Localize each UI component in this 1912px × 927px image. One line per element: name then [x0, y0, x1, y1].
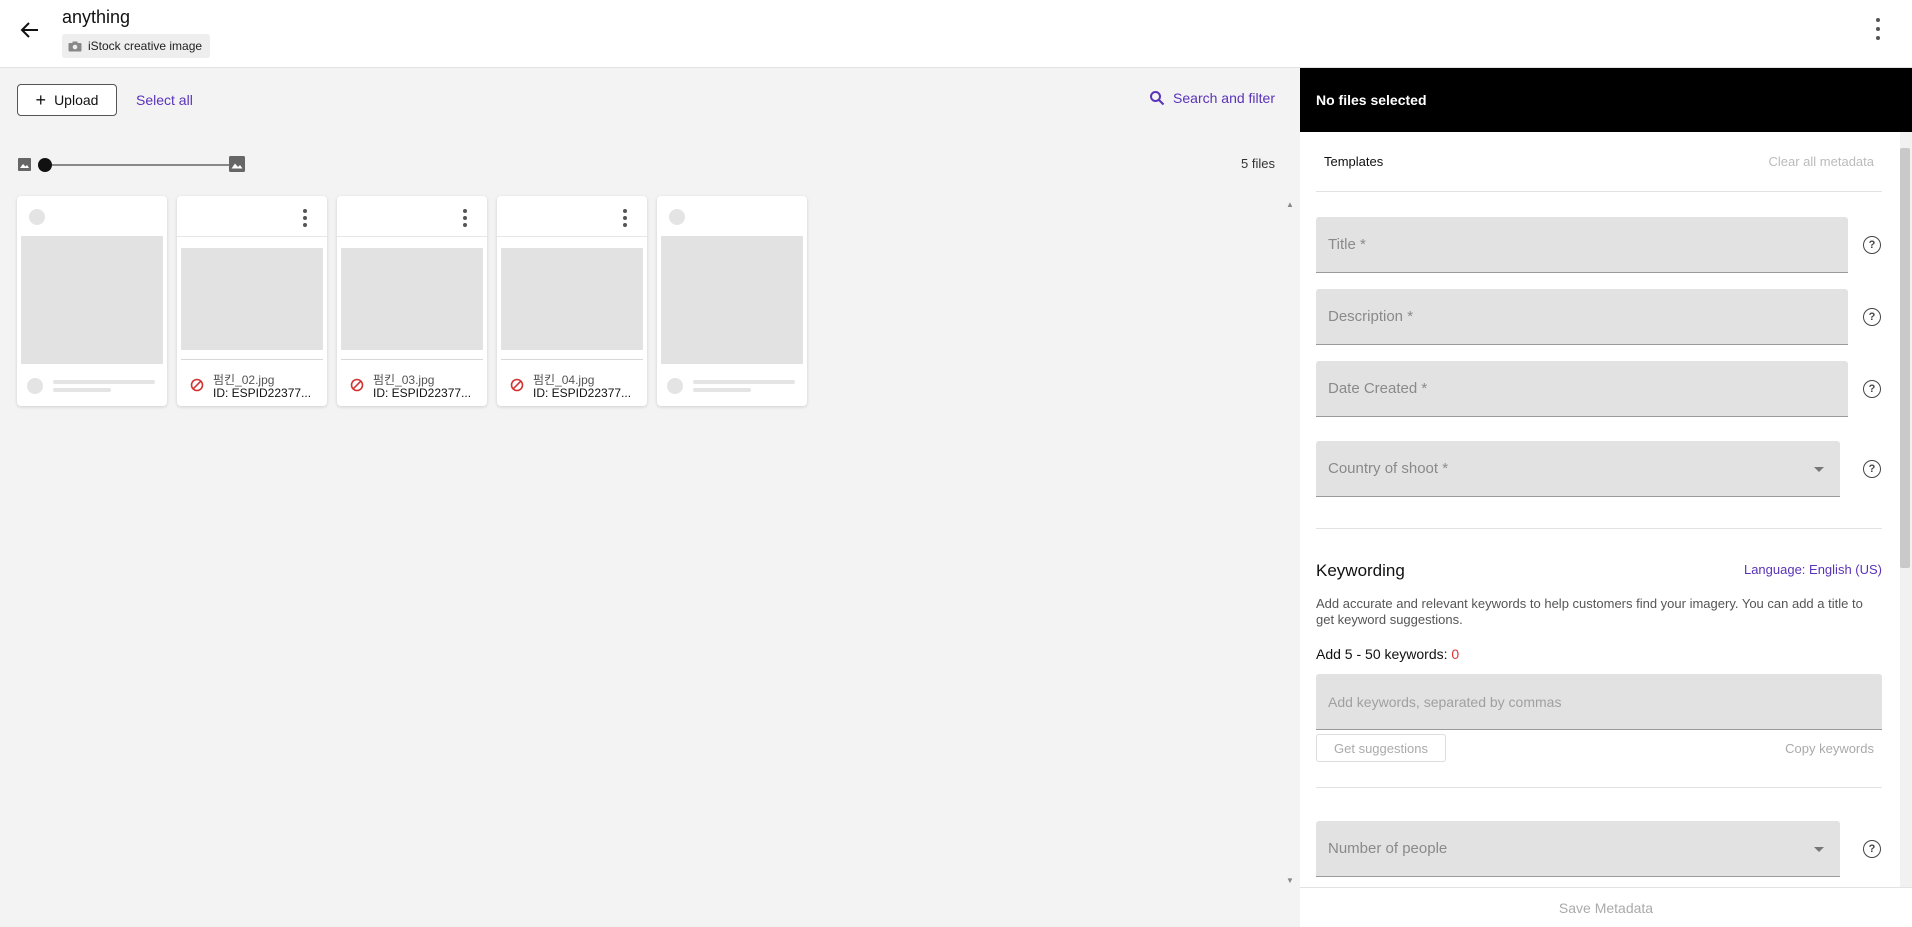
file-card[interactable] [17, 196, 167, 406]
more-vertical-icon [1876, 18, 1880, 22]
keywording-title: Keywording [1316, 561, 1405, 580]
image-large-icon [229, 156, 245, 172]
search-icon [1150, 91, 1165, 106]
title-help-icon[interactable]: ? [1863, 236, 1881, 254]
file-menu-button[interactable] [301, 209, 309, 227]
file-card[interactable]: 펌킨_04.jpg ID: ESPID22377... [497, 196, 647, 406]
file-card[interactable]: 펌킨_02.jpg ID: ESPID22377... [177, 196, 327, 406]
camera-icon [68, 41, 82, 51]
file-card[interactable] [657, 196, 807, 406]
upload-button[interactable]: + Upload [17, 84, 117, 116]
thumbnail-placeholder [21, 236, 163, 364]
thumbnail-placeholder [661, 236, 803, 364]
country-help-icon[interactable]: ? [1863, 460, 1881, 478]
ban-icon [190, 378, 204, 392]
keywording-description: Add accurate and relevant keywords to he… [1316, 596, 1863, 627]
plus-icon: + [35, 90, 47, 110]
keywords-input[interactable]: Add keywords, separated by commas [1316, 674, 1882, 730]
metadata-panel: No files selected Templates Clear all me… [1300, 68, 1912, 927]
skeleton-line [693, 380, 795, 384]
keyword-count-value: 0 [1451, 646, 1460, 662]
skeleton-dot [27, 378, 43, 394]
country-placeholder: Country of shoot * [1328, 460, 1449, 477]
keyword-count-label: Add 5 - 50 keywords: [1316, 646, 1452, 662]
skeleton-line [693, 388, 751, 392]
thumbnail-placeholder [341, 248, 483, 350]
language-selector[interactable]: Language: English (US) [1744, 562, 1882, 577]
file-grid: 펌킨_02.jpg ID: ESPID22377... 펌킨_03.jpg ID… [17, 196, 807, 406]
page-title: anything [62, 7, 131, 27]
selection-status: No files selected [1300, 68, 1912, 132]
scroll-down-arrow[interactable]: ▼ [1286, 876, 1294, 885]
skeleton-line [53, 388, 111, 392]
date-created-placeholder: Date Created * [1328, 380, 1428, 397]
search-and-filter-label: Search and filter [1173, 90, 1275, 106]
description-help-icon[interactable]: ? [1863, 308, 1881, 326]
clear-all-metadata-button[interactable]: Clear all metadata [1769, 154, 1875, 169]
file-menu-button[interactable] [621, 209, 629, 227]
description-field[interactable]: Description * [1316, 289, 1848, 345]
divider [1316, 191, 1882, 192]
more-vertical-icon [303, 209, 307, 213]
app-header: anything iStock creative image [0, 0, 1912, 68]
search-and-filter-button[interactable]: Search and filter [1149, 90, 1275, 106]
scroll-up-arrow[interactable]: ▲ [1286, 200, 1294, 209]
file-id: ID: ESPID22377... [373, 386, 472, 400]
panel-scrollbar-thumb[interactable] [1900, 148, 1910, 568]
divider [1316, 528, 1882, 529]
chevron-down-icon [1814, 467, 1824, 472]
back-button[interactable] [16, 16, 44, 44]
number-of-people-help-icon[interactable]: ? [1863, 840, 1881, 858]
country-select[interactable]: Country of shoot * [1316, 441, 1840, 497]
file-id: ID: ESPID22377... [533, 386, 632, 400]
file-card[interactable]: 펌킨_03.jpg ID: ESPID22377... [337, 196, 487, 406]
skeleton-line [53, 380, 155, 384]
content-type-chip: iStock creative image [62, 34, 211, 58]
date-created-field[interactable]: Date Created * [1316, 361, 1848, 417]
ban-icon [510, 378, 524, 392]
select-checkbox[interactable] [29, 209, 45, 225]
number-of-people-select[interactable]: Number of people [1316, 821, 1840, 877]
thumbnail-size-slider[interactable] [18, 154, 248, 174]
slider-thumb[interactable] [38, 158, 52, 172]
skeleton-dot [667, 378, 683, 394]
more-options-button[interactable] [1868, 18, 1888, 40]
chip-label: iStock creative image [88, 39, 203, 53]
get-suggestions-button[interactable]: Get suggestions [1316, 734, 1446, 762]
file-id: ID: ESPID22377... [213, 386, 312, 400]
thumbnail-placeholder [181, 248, 323, 350]
date-created-help-icon[interactable]: ? [1863, 380, 1881, 398]
title-placeholder: Title * [1328, 236, 1366, 253]
arrow-left-icon [20, 22, 38, 38]
copy-keywords-button[interactable]: Copy keywords [1785, 741, 1874, 756]
chevron-down-icon [1814, 847, 1824, 852]
keywords-placeholder: Add keywords, separated by commas [1328, 693, 1562, 710]
slider-track [42, 164, 232, 166]
divider [1316, 787, 1882, 788]
file-menu-button[interactable] [461, 209, 469, 227]
more-vertical-icon [623, 209, 627, 213]
select-all-link[interactable]: Select all [136, 92, 193, 108]
more-vertical-icon [463, 209, 467, 213]
ban-icon [350, 378, 364, 392]
keyword-count: Add 5 - 50 keywords: 0 [1316, 646, 1459, 662]
description-placeholder: Description * [1328, 308, 1414, 325]
select-checkbox[interactable] [669, 209, 685, 225]
title-field[interactable]: Title * [1316, 217, 1848, 273]
thumbnail-placeholder [501, 248, 643, 350]
templates-button[interactable]: Templates [1324, 154, 1383, 169]
upload-label: Upload [54, 92, 99, 108]
file-count: 5 files [1241, 156, 1275, 171]
save-metadata-button[interactable]: Save Metadata [1300, 887, 1912, 927]
number-of-people-placeholder: Number of people [1328, 840, 1448, 857]
image-small-icon [18, 158, 31, 171]
file-grid-pane: + Upload Select all Search and filter 5 … [0, 68, 1300, 927]
